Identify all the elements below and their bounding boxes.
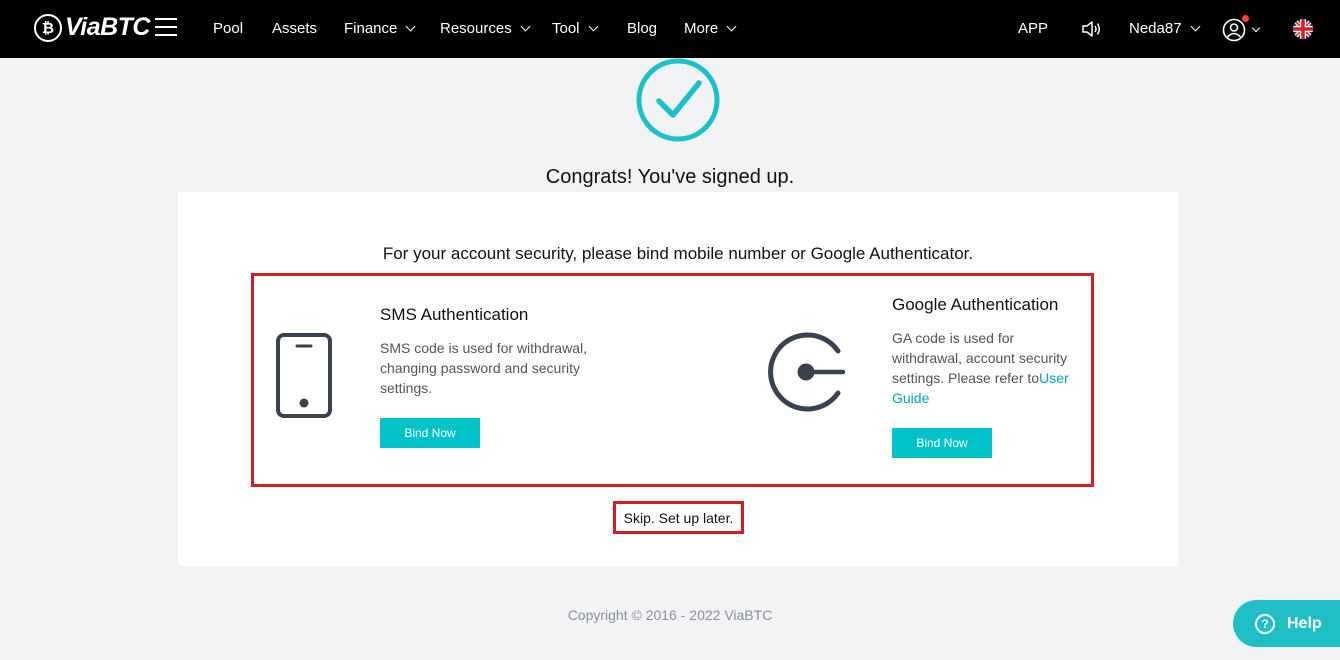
sms-bind-now-button[interactable]: Bind Now [380,418,480,448]
top-nav-bar: ₿ ViaBTC Pool Assets Finance Resources T… [0,0,1340,58]
authenticator-icon [768,332,846,412]
nav-label: Pool [213,20,244,37]
nav-label: Resources [440,20,512,37]
menu-icon[interactable] [155,18,177,36]
nav-label: Finance [344,20,398,37]
nav-assets[interactable]: Assets [272,20,317,37]
question-icon: ? [1255,613,1275,634]
chevron-down-icon [1190,21,1200,32]
nav-pool[interactable]: Pool [213,20,243,37]
copyright-text: Copyright © 2016 - 2022 ViaBTC [567,607,773,623]
nav-finance[interactable]: Finance [344,20,416,37]
chevron-down-icon [405,21,416,32]
bitcoin-logo-icon: ₿ [34,13,62,42]
congrats-heading: Congrats! You've signed up. [545,166,795,188]
google-bind-now-button[interactable]: Bind Now [892,428,992,458]
chevron-down-icon [588,21,598,32]
security-message: For your account security, please bind m… [382,244,974,263]
chevron-down-icon [520,21,531,32]
nav-tool[interactable]: Tool [552,20,598,37]
notification-dot [1242,15,1249,22]
username: Neda87 [1129,20,1182,37]
nav-label: Tool [552,20,580,37]
user-menu[interactable]: Neda87 [1129,20,1200,37]
google-auth-title: Google Authentication [892,295,1059,314]
phone-icon [276,333,332,418]
uk-flag-icon[interactable] [1293,19,1313,39]
speaker-icon[interactable] [1080,18,1102,40]
chevron-down-icon [726,21,737,32]
nav-label: Assets [272,20,318,37]
nav-resources[interactable]: Resources [440,20,531,37]
help-button[interactable]: ? Help [1233,600,1340,647]
chevron-down-icon[interactable] [1251,23,1261,33]
user-icon[interactable] [1222,18,1246,42]
app-label: APP [1018,20,1049,37]
skip-setup-link[interactable]: Skip. Set up later. [613,501,744,534]
nav-more[interactable]: More [684,20,737,37]
brand-name: ViaBTC [65,13,150,41]
sms-auth-description: SMS code is used for withdrawal, changin… [380,340,587,396]
viabtc-logo[interactable]: ₿ ViaBTC [34,13,150,42]
sms-auth-title: SMS Authentication [380,305,529,324]
nav-blog[interactable]: Blog [627,20,657,37]
security-binding-card: For your account security, please bind m… [178,192,1178,566]
checkmark-circle-icon [636,58,720,142]
google-auth-description: GA code is used for withdrawal, account … [892,328,1082,408]
nav-label: More [684,20,719,37]
nav-app[interactable]: APP [1018,20,1048,37]
nav-label: Blog [627,20,658,37]
help-label: Help [1287,614,1322,632]
